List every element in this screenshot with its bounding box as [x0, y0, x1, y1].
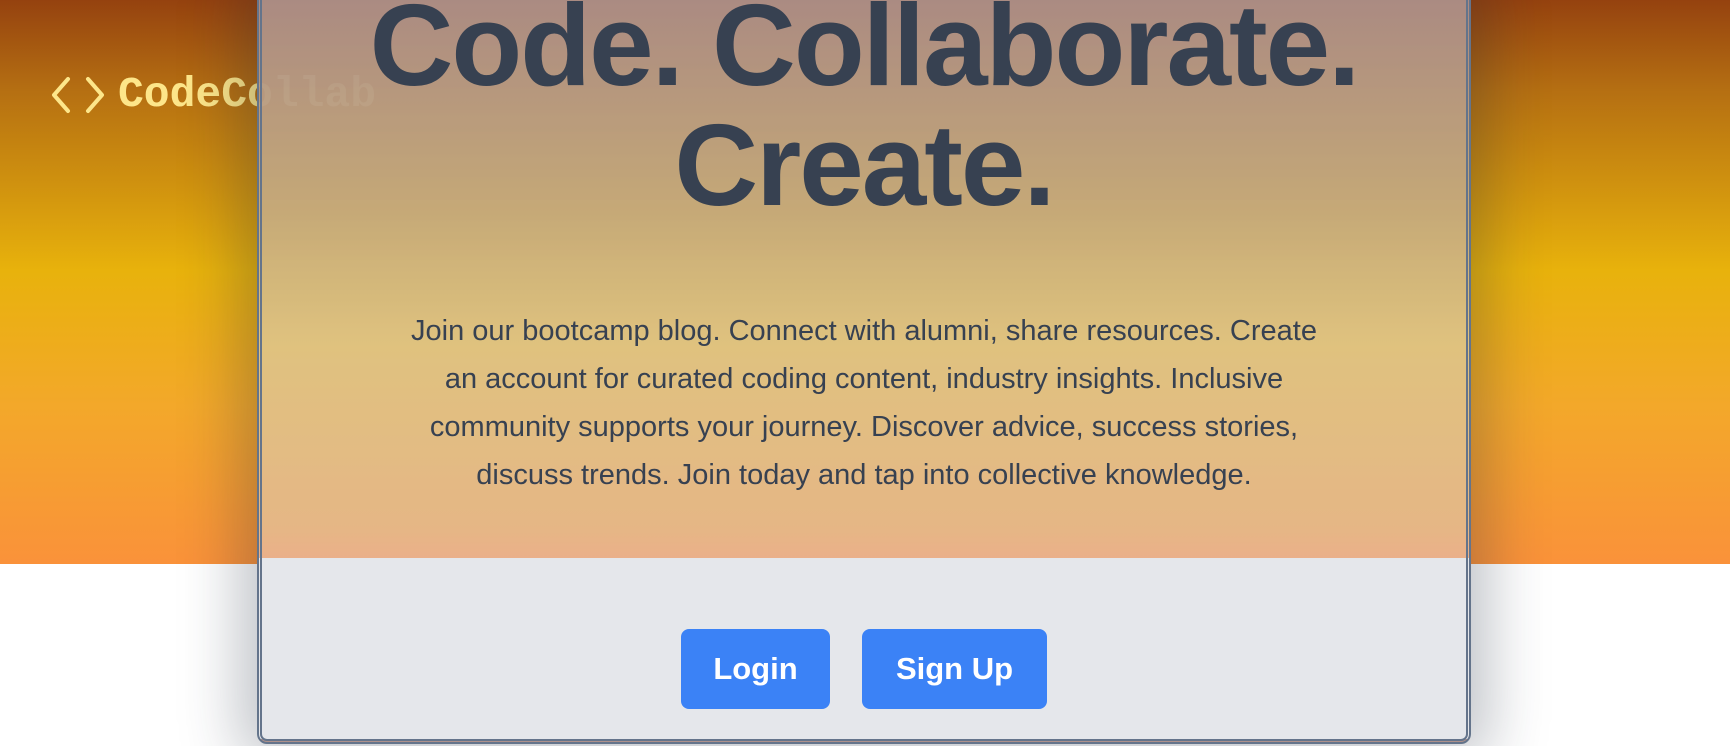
- auth-actions: Login Sign Up: [262, 629, 1466, 709]
- hero-headline-line-2: Create.: [674, 100, 1055, 230]
- login-button[interactable]: Login: [681, 629, 830, 709]
- hero-card: Code. Collaborate. Create. Join our boot…: [257, 0, 1471, 744]
- sign-up-button[interactable]: Sign Up: [862, 629, 1047, 709]
- hero-headline: Code. Collaborate. Create.: [262, 0, 1466, 225]
- code-brackets-icon: [48, 75, 108, 115]
- landing-page: CodeCollab Code. Collaborate. Create. Jo…: [0, 0, 1730, 746]
- hero-headline-line-1: Code. Collaborate.: [369, 0, 1361, 110]
- hero-description: Join our bootcamp blog. Connect with alu…: [411, 315, 1317, 491]
